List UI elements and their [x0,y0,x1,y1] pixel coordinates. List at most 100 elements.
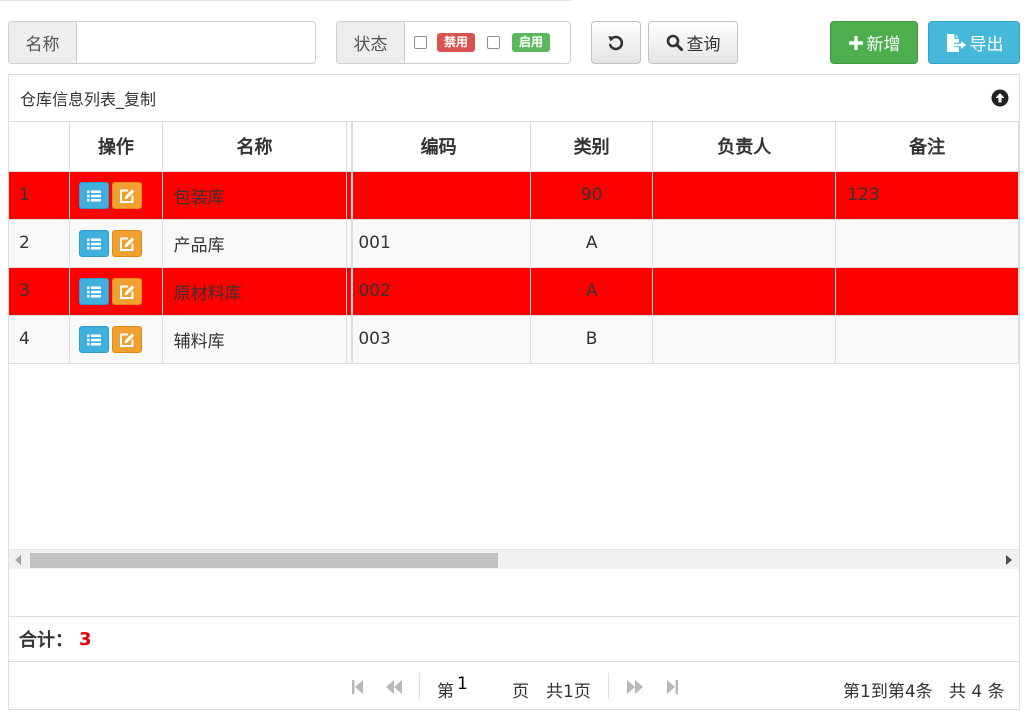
query-label: 查询 [686,35,721,55]
add-button[interactable]: 新增 [830,21,918,64]
list-icon [87,334,102,345]
pagination: 第 页 共1页 第1到第4条 共 4 条 [9,664,1019,710]
edit-icon [120,237,135,251]
row-name: 辅料库 [162,315,348,364]
row-owner [652,219,837,268]
col-header-type[interactable]: 类别 [530,122,654,172]
col-header-name[interactable]: 名称 [162,122,348,172]
export-label: 导出 [969,35,1004,55]
edit-icon [120,333,135,347]
plus-icon [848,35,863,50]
row-detail-button[interactable] [79,181,110,209]
disabled-checkbox[interactable] [414,36,427,49]
row-owner [652,315,837,364]
table-row[interactable]: 4 辅料库 003 B [9,315,1019,364]
scroll-right-arrow-icon[interactable] [1006,555,1012,565]
page-prefix: 第 [437,682,454,702]
row-edit-button[interactable] [112,277,143,305]
row-actions [69,315,163,364]
list-icon [87,190,102,201]
name-search-group: 名称 [8,21,316,64]
scroll-left-arrow-icon[interactable] [15,555,21,565]
row-detail-button[interactable] [79,277,110,305]
row-owner [652,171,837,220]
row-detail-button[interactable] [79,229,110,257]
top-divider [0,0,572,1]
table-row[interactable]: 3 原材料库 002 A [9,267,1019,316]
row-actions [69,171,163,220]
row-code: 001 [346,219,531,268]
next-page-icon[interactable] [626,679,644,695]
collapse-arrow-icon[interactable] [991,89,1009,107]
add-label: 新增 [866,35,901,55]
export-button[interactable]: 导出 [928,21,1020,64]
data-grid: 操作 名称 编码 类别 负责人 备注 1 包装库 90 123 2 产品库 00… [9,122,1019,596]
refresh-icon [608,35,624,50]
first-page-icon[interactable] [351,679,365,695]
enabled-checkbox[interactable] [487,36,501,49]
table-row[interactable]: 1 包装库 90 123 [9,171,1019,220]
col-header-number [9,122,71,172]
name-label: 名称 [9,22,77,63]
edit-icon [120,189,135,203]
record-total: 共 4 条 [949,682,1005,702]
row-type: B [530,315,654,364]
summary-label: 合计： [19,630,73,651]
total-pages: 共1页 [546,682,591,702]
row-edit-button[interactable] [112,181,143,209]
row-name: 原材料库 [162,267,348,316]
query-button[interactable]: 查询 [648,21,738,64]
table-row[interactable]: 2 产品库 001 A [9,219,1019,268]
summary-footer: 合计： 3 [9,616,1019,662]
row-actions [69,219,163,268]
row-edit-button[interactable] [112,325,143,353]
disabled-badge: 禁用 [437,33,476,52]
row-type: 90 [530,171,654,220]
row-number: 1 [9,171,71,220]
row-type: A [530,219,654,268]
row-code: 003 [346,315,531,364]
frozen-column-divider [351,122,353,362]
pager-divider [608,673,609,699]
reset-button[interactable] [591,21,641,64]
list-icon [87,238,102,249]
row-note [835,219,1019,268]
list-icon [87,286,102,297]
enabled-badge: 启用 [512,33,551,52]
row-note [835,267,1019,316]
panel-header: 仓库信息列表_复制 [9,75,1019,122]
row-code: 002 [346,267,531,316]
scrollbar-thumb[interactable] [30,553,498,568]
status-filter-group: 状态 禁用 启用 [336,21,571,64]
status-label: 状态 [337,22,405,63]
row-code [346,171,531,220]
col-header-actions[interactable]: 操作 [69,122,163,172]
last-page-icon[interactable] [665,679,679,695]
row-owner [652,267,837,316]
row-note [835,315,1019,364]
row-edit-button[interactable] [112,229,143,257]
row-number: 2 [9,219,71,268]
prev-page-icon[interactable] [385,679,403,695]
row-name: 包装库 [162,171,348,220]
row-name: 产品库 [162,219,348,268]
col-header-note[interactable]: 备注 [835,122,1019,172]
name-input[interactable] [77,22,315,63]
col-header-owner[interactable]: 负责人 [652,122,837,172]
export-icon [946,33,966,52]
horizontal-scrollbar[interactable] [9,549,1019,569]
row-number: 3 [9,267,71,316]
status-options: 禁用 启用 [405,22,551,63]
row-type: A [530,267,654,316]
col-header-code[interactable]: 编码 [346,122,531,172]
row-note: 123 [835,171,1019,220]
warehouse-panel: 仓库信息列表_复制 操作 名称 编码 类别 负责人 备注 1 包装库 90 12… [8,74,1020,710]
row-actions [69,267,163,316]
row-detail-button[interactable] [79,325,110,353]
table-header-row: 操作 名称 编码 类别 负责人 备注 [9,122,1019,172]
panel-title: 仓库信息列表_复制 [20,90,157,109]
pager-divider [419,673,420,699]
summary-count: 3 [79,628,92,650]
page-number-input[interactable] [457,670,489,698]
warehouse-table: 操作 名称 编码 类别 负责人 备注 1 包装库 90 123 2 产品库 00… [9,122,1019,364]
